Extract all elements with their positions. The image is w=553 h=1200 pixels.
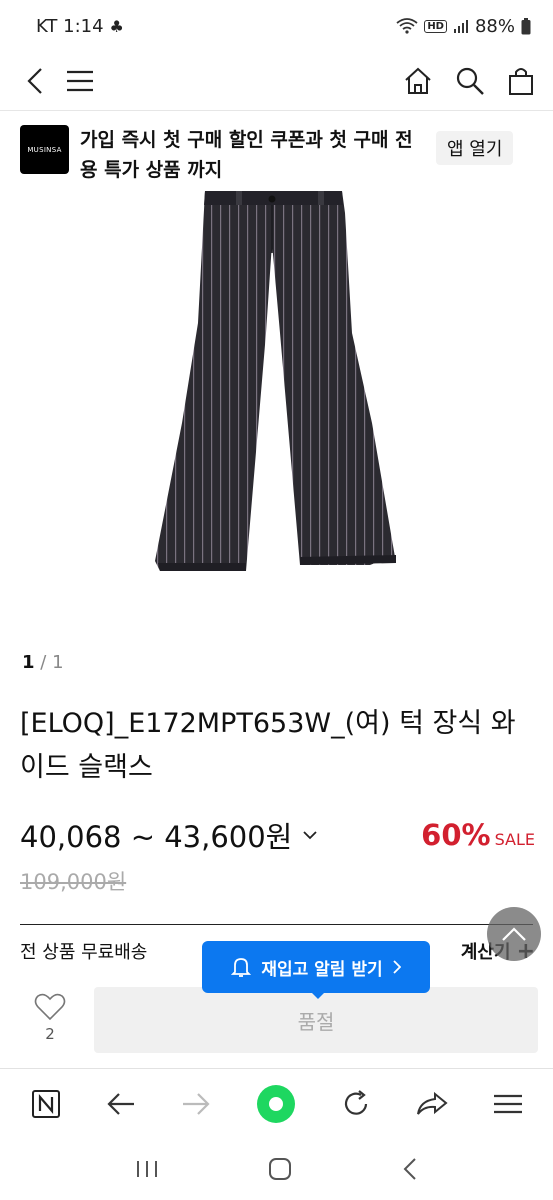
home-button-icon[interactable] [268,1157,292,1181]
pager-current: 1 [22,652,35,673]
system-back-icon[interactable] [402,1157,418,1181]
browser-toolbar [0,1068,553,1138]
browser-menu-icon[interactable] [493,1093,523,1115]
chevron-right-icon [393,960,401,974]
discount-percent: 60% [421,818,491,852]
status-bar: KT 1:14 ♣ HD 88% [0,0,553,52]
heart-icon [34,993,66,1021]
browser-forward-icon[interactable] [181,1092,211,1116]
restock-label: 재입고 알림 받기 [261,959,383,980]
naver-icon[interactable] [31,1089,61,1119]
menu-icon[interactable] [66,70,94,92]
battery-percent: 88% [474,15,515,37]
price-row: 40,068 ~ 43,600원 60% SALE [20,812,535,858]
shopping-bag-icon[interactable] [507,66,535,96]
hd-icon: HD [424,19,447,33]
image-pager: 1 / 1 [22,652,64,673]
back-icon[interactable] [26,67,44,95]
like-button[interactable]: 2 [30,993,70,1043]
home-icon[interactable] [403,66,433,96]
product-image[interactable] [0,183,553,638]
browser-back-icon[interactable] [106,1092,136,1116]
bell-icon [231,958,252,977]
open-app-button[interactable]: 앱 열기 [436,131,514,165]
recent-apps-icon[interactable] [135,1159,159,1179]
pager-separator: / [40,652,47,673]
sale-label: SALE [494,830,535,849]
share-icon[interactable] [416,1091,448,1117]
original-price: 109,000원 [20,870,127,894]
scroll-to-top-button[interactable] [487,907,541,961]
search-icon[interactable] [455,66,485,96]
top-navigation [0,52,553,110]
free-shipping-label: 전 상품 무료배송 [20,942,148,963]
system-navigation [0,1138,553,1200]
section-divider [20,924,533,925]
battery-icon [521,17,531,34]
like-count: 2 [45,1025,55,1043]
refresh-icon[interactable] [341,1089,371,1119]
chevron-up-icon [502,927,526,941]
app-install-banner: MUSINSA 가입 즉시 첫 구매 할인 쿠폰과 첫 구매 전용 특가 상품 … [0,111,553,183]
restock-alert-button[interactable]: 재입고 알림 받기 [202,941,430,993]
pager-total: 1 [52,652,64,673]
product-title: [ELOQ]_E172MPT653W_(여) 턱 장식 와이드 슬랙스 [20,708,516,783]
carrier-time: KT 1:14 [36,15,104,37]
brand-logo: MUSINSA [20,125,69,174]
chevron-down-icon [303,831,317,840]
wide-slacks-illustration [155,191,396,571]
notification-icon: ♣ [109,16,124,36]
restock-tooltip-tail [311,992,325,999]
price-range-dropdown[interactable]: 40,068 ~ 43,600원 [20,814,318,856]
green-dot-icon[interactable] [256,1084,296,1124]
price-range: 40,068 ~ 43,600원 [20,820,293,854]
wifi-icon [396,18,418,34]
banner-text: 가입 즉시 첫 구매 할인 쿠폰과 첫 구매 전용 특가 상품 까지 [80,129,413,181]
discount-badge: 60% SALE [421,818,535,852]
signal-icon [453,20,468,33]
